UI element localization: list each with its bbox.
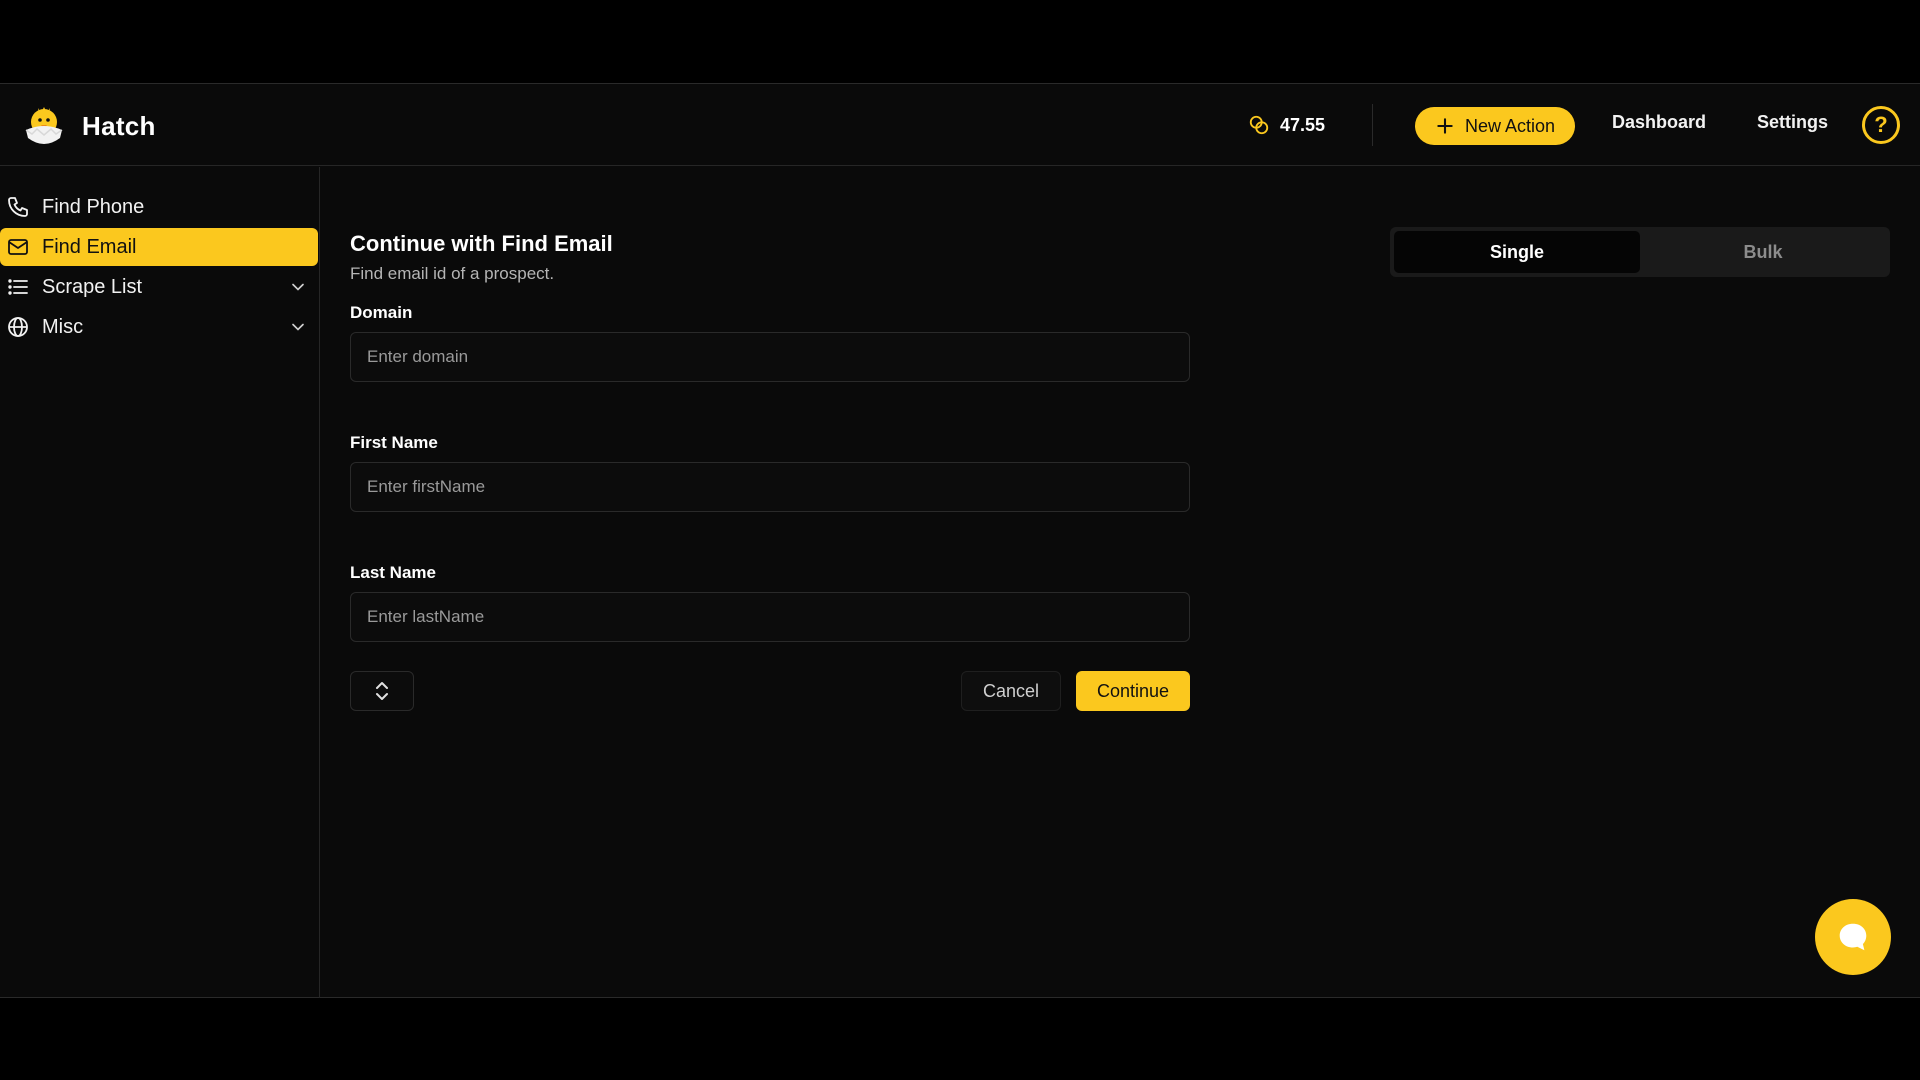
chevron-up-down-icon	[376, 682, 388, 700]
app-window: Hatch 47.55 New Action Dashboard Setting…	[0, 83, 1920, 998]
last-name-label: Last Name	[350, 563, 436, 582]
chevron-down-icon[interactable]	[288, 317, 308, 337]
top-bar: Hatch 47.55 New Action Dashboard Setting…	[0, 84, 1920, 166]
sidebar-item-label: Find Email	[42, 235, 137, 258]
domain-input[interactable]	[350, 332, 1190, 382]
sidebar-item-label: Misc	[42, 315, 84, 338]
phone-icon	[8, 197, 28, 217]
nav-dashboard[interactable]: Dashboard	[1612, 112, 1706, 133]
sidebar-item-scrape-list[interactable]: Scrape List	[0, 268, 318, 306]
chevron-down-icon[interactable]	[288, 277, 308, 297]
sidebar-item-label: Find Phone	[42, 195, 145, 218]
domain-label: Domain	[350, 303, 413, 322]
cancel-button[interactable]: Cancel	[961, 671, 1061, 711]
plus-icon	[1437, 118, 1453, 134]
last-name-input[interactable]	[350, 592, 1190, 642]
chat-bubble-icon	[1839, 923, 1867, 951]
credits-balance: 47.55	[1248, 110, 1325, 140]
continue-button[interactable]: Continue	[1076, 671, 1190, 711]
new-action-label: New Action	[1464, 115, 1556, 136]
nav-settings[interactable]: Settings	[1757, 112, 1828, 133]
options-stepper[interactable]	[350, 671, 414, 711]
sidebar-item-label: Scrape List	[42, 275, 143, 298]
chick-logo-icon	[25, 107, 63, 144]
globe-icon	[8, 317, 28, 337]
page-subtitle: Find email id of a prospect.	[350, 264, 555, 283]
question-mark-icon: ?	[1874, 112, 1888, 137]
chat-launcher[interactable]	[1815, 899, 1891, 975]
page-title: Continue with Find Email	[350, 231, 613, 256]
credits-value: 47.55	[1280, 114, 1326, 135]
sidebar-item-find-email[interactable]: Find Email	[0, 228, 318, 266]
coins-icon	[1249, 115, 1269, 135]
sidebar-item-find-phone[interactable]: Find Phone	[0, 188, 318, 226]
sidebar-item-misc[interactable]: Misc	[0, 308, 318, 346]
mail-icon	[8, 239, 28, 255]
header-divider	[1372, 104, 1373, 146]
first-name-input[interactable]	[350, 462, 1190, 512]
help-button[interactable]: ?	[1862, 106, 1900, 144]
brand[interactable]: Hatch	[20, 102, 156, 150]
mode-toggle: Single Bulk	[1390, 227, 1890, 277]
toggle-single[interactable]: Single	[1394, 231, 1640, 273]
first-name-label: First Name	[350, 433, 438, 452]
list-icon	[8, 279, 28, 295]
toggle-bulk[interactable]: Bulk	[1640, 231, 1886, 273]
brand-name: Hatch	[82, 110, 156, 141]
sidebar: Find Phone Find Email Scrape List Misc	[0, 167, 320, 998]
new-action-button[interactable]: New Action	[1415, 107, 1575, 145]
